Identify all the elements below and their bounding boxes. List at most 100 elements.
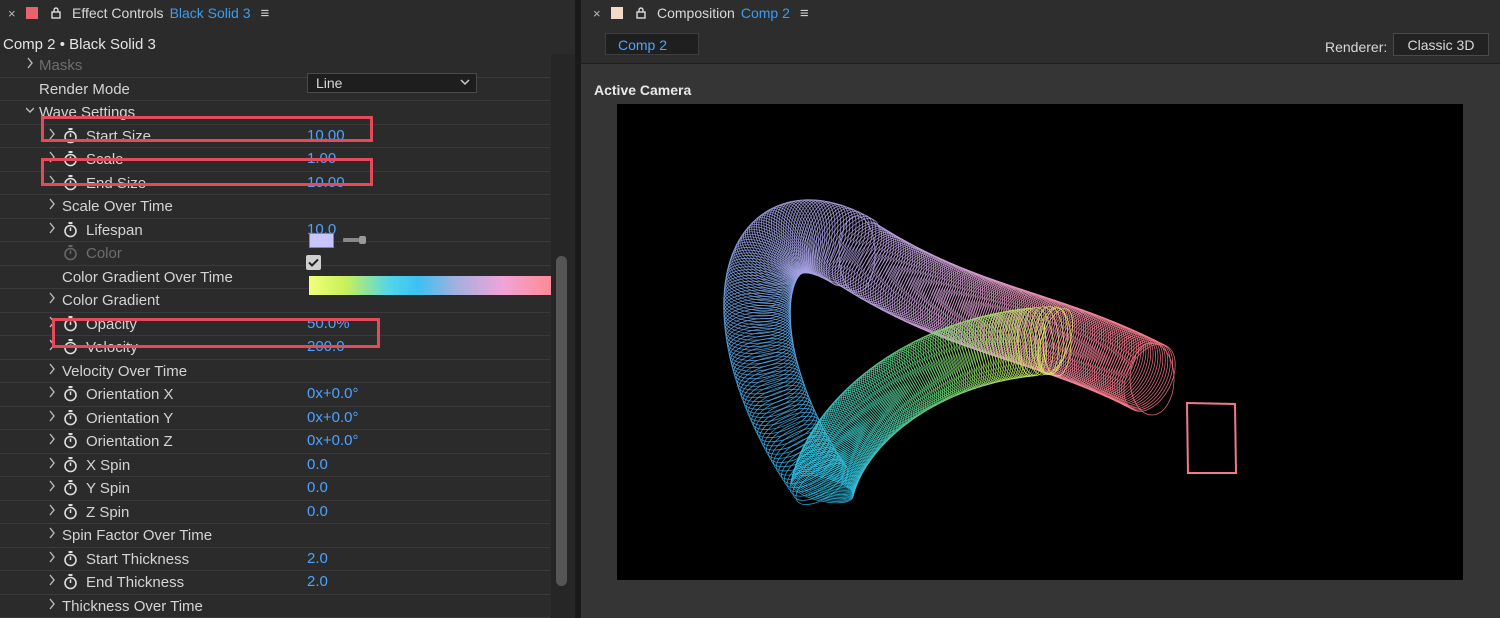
stopwatch-icon[interactable] (63, 550, 78, 567)
composition-panel: × Composition Comp 2 ≡ Comp 2 Renderer: … (581, 0, 1500, 618)
chevron-right-icon[interactable] (26, 57, 34, 69)
chevron-right-icon[interactable] (48, 198, 56, 210)
panel-title: Effect Controls (72, 5, 164, 21)
stopwatch-icon[interactable] (63, 479, 78, 496)
panel-title: Composition (657, 5, 735, 21)
property-row[interactable]: Y Spin 0.0 (0, 477, 550, 501)
renderer-label: Renderer: (1325, 39, 1388, 55)
chevron-right-icon[interactable] (48, 574, 56, 586)
property-value[interactable]: 0x+0.0° (307, 432, 358, 449)
property-row[interactable]: Color (0, 242, 550, 266)
property-label: Scale Over Time (62, 198, 173, 215)
property-row[interactable]: Orientation Y 0x+0.0° (0, 407, 550, 430)
color-gradient-over-time-checkbox[interactable] (306, 255, 321, 270)
scrollbar[interactable] (551, 54, 575, 618)
property-label: Color Gradient (62, 292, 160, 309)
property-label: Color Gradient Over Time (62, 268, 233, 286)
label-color-swatch (26, 7, 38, 19)
property-label: Color (86, 245, 122, 262)
chevron-right-icon[interactable] (48, 480, 56, 492)
active-camera-label: Active Camera (594, 82, 692, 98)
property-label: Spin Factor Over Time (62, 527, 213, 544)
render-mode-dropdown[interactable]: Line (307, 73, 477, 93)
comp-link[interactable]: Comp 2 (741, 5, 790, 21)
chevron-right-icon[interactable] (48, 433, 56, 445)
color-gradient-bar[interactable] (309, 276, 551, 295)
comp-tab-bar: Comp 2 Renderer: Classic 3D (581, 27, 1500, 64)
chevron-down-icon[interactable] (26, 104, 34, 116)
chevron-right-icon[interactable] (48, 292, 56, 304)
chevron-right-icon[interactable] (48, 457, 56, 469)
property-label: Lifespan (86, 221, 143, 239)
stopwatch-icon[interactable] (63, 573, 78, 590)
property-row[interactable]: Start Thickness 2.0 (0, 548, 550, 571)
tab-comp-2[interactable]: Comp 2 (605, 33, 699, 55)
chevron-down-icon (460, 79, 470, 86)
highlight-end-size (41, 158, 373, 186)
renderer-button[interactable]: Classic 3D (1393, 33, 1489, 56)
label-color-swatch (611, 7, 623, 19)
property-value[interactable]: 0x+0.0° (307, 385, 358, 402)
close-icon[interactable]: × (8, 6, 20, 21)
property-value[interactable]: 0.0 (307, 479, 328, 496)
wave-render (723, 199, 1238, 505)
property-label: Y Spin (86, 480, 130, 497)
property-value[interactable]: 0.0 (307, 456, 328, 473)
lock-icon[interactable] (635, 7, 647, 19)
composition-tab[interactable]: × Composition Comp 2 ≡ (581, 0, 1500, 26)
highlight-velocity (52, 318, 380, 348)
property-value[interactable]: 0x+0.0° (307, 409, 358, 426)
stopwatch-icon[interactable] (63, 221, 78, 238)
highlight-start-size (41, 116, 373, 142)
property-row[interactable]: Lifespan 10.0 (0, 219, 550, 242)
close-icon[interactable]: × (593, 6, 605, 21)
stopwatch-icon[interactable] (63, 503, 78, 520)
property-row[interactable]: Velocity Over Time (0, 360, 550, 383)
comp-canvas[interactable] (617, 104, 1463, 580)
chevron-right-icon[interactable] (48, 410, 56, 422)
chevron-right-icon[interactable] (48, 386, 56, 398)
property-value[interactable]: 2.0 (307, 550, 328, 567)
chevron-right-icon[interactable] (48, 527, 56, 539)
color-swatch[interactable] (309, 233, 334, 248)
chevron-right-icon[interactable] (48, 504, 56, 516)
lock-icon[interactable] (50, 7, 62, 19)
chevron-right-icon[interactable] (48, 222, 56, 234)
property-label: Render Mode (39, 80, 130, 98)
property-label: Orientation X (86, 386, 174, 403)
stopwatch-icon[interactable] (63, 432, 78, 449)
panel-menu-icon[interactable]: ≡ (261, 5, 270, 22)
layer-link[interactable]: Black Solid 3 (170, 5, 251, 21)
checkmark-icon (308, 258, 319, 267)
property-row[interactable]: Orientation Z 0x+0.0° (0, 430, 550, 454)
property-label: Masks (39, 57, 83, 74)
stopwatch-icon[interactable] (63, 385, 78, 402)
property-row[interactable]: End Thickness 2.0 (0, 571, 550, 595)
property-label: X Spin (86, 456, 131, 474)
camera-frame (1185, 401, 1238, 474)
property-row[interactable]: X Spin 0.0 (0, 454, 550, 477)
scrollbar-thumb[interactable] (556, 256, 567, 586)
property-row[interactable]: Thickness Over Time (0, 595, 550, 618)
eyedropper-icon[interactable] (342, 235, 368, 245)
property-row[interactable]: Spin Factor Over Time (0, 524, 550, 548)
chevron-right-icon[interactable] (48, 551, 56, 563)
panel-menu-icon[interactable]: ≡ (800, 5, 809, 22)
stopwatch-icon[interactable] (63, 456, 78, 473)
effect-controls-tab[interactable]: × Effect Controls Black Solid 3 ≡ (0, 0, 575, 26)
stopwatch-icon[interactable] (63, 409, 78, 426)
stopwatch-icon[interactable] (63, 244, 78, 261)
comp-viewer[interactable]: Active Camera (581, 64, 1500, 618)
property-value[interactable]: 0.0 (307, 503, 328, 520)
property-label: Velocity Over Time (62, 362, 188, 380)
render-mode-value: Line (316, 75, 343, 91)
property-label: Start Thickness (86, 550, 190, 568)
property-label: Z Spin (86, 503, 130, 521)
property-row[interactable]: Z Spin 0.0 (0, 501, 550, 524)
property-value[interactable]: 2.0 (307, 573, 328, 590)
chevron-right-icon[interactable] (48, 363, 56, 375)
property-row[interactable]: Orientation X 0x+0.0° (0, 383, 550, 407)
chevron-right-icon[interactable] (48, 598, 56, 610)
property-row[interactable]: Scale Over Time (0, 195, 550, 219)
property-label: Thickness Over Time (62, 597, 203, 615)
